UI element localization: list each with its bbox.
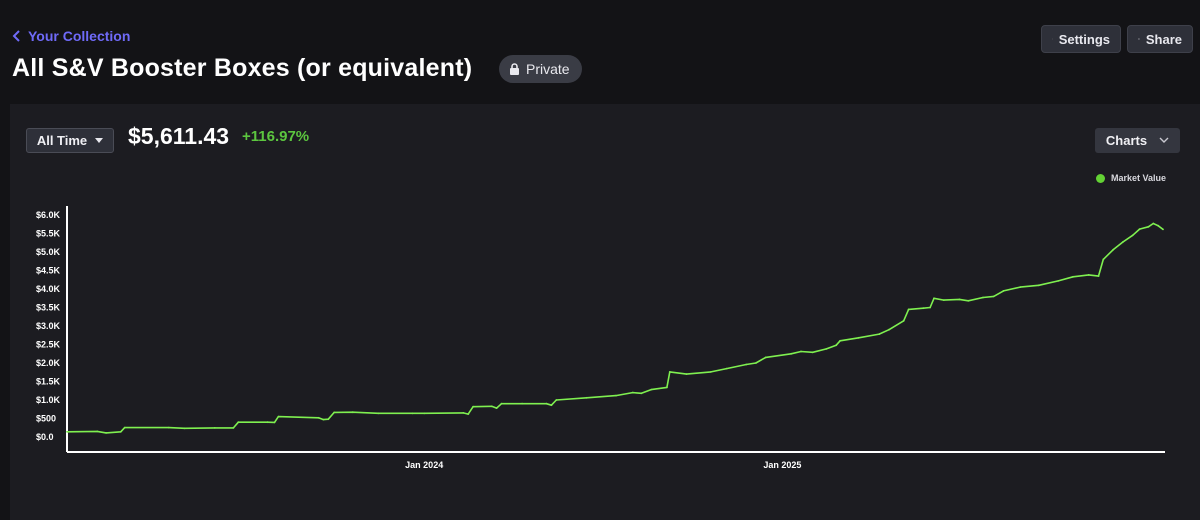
data-point: [411, 412, 414, 415]
data-point: [66, 430, 68, 433]
data-point: [922, 307, 925, 310]
data-point: [322, 418, 325, 421]
x-tick-label: Jan 2024: [405, 460, 443, 470]
data-point: [1131, 234, 1134, 237]
x-tick-label: Jan 2025: [763, 460, 801, 470]
data-point: [1102, 258, 1105, 261]
data-point: [545, 402, 548, 405]
data-point: [377, 412, 380, 415]
data-point: [631, 391, 634, 394]
data-point: [710, 371, 712, 373]
data-point: [1122, 241, 1124, 243]
y-tick-label: $6.0K: [36, 210, 61, 220]
data-point: [1138, 228, 1141, 231]
data-point: [685, 373, 688, 375]
data-point: [902, 319, 905, 322]
y-tick-label: $5.0K: [36, 247, 61, 257]
data-point: [1147, 225, 1150, 228]
data-point: [800, 350, 802, 353]
data-point: [495, 407, 498, 409]
y-tick-label: $4.5K: [36, 266, 61, 276]
data-point: [888, 328, 890, 331]
data-point: [1037, 284, 1040, 287]
data-point: [500, 402, 503, 405]
data-point: [96, 430, 99, 433]
data-point: [1112, 248, 1114, 251]
data-point: [1152, 222, 1155, 225]
data-point: [615, 394, 617, 397]
y-tick-label: $5.5K: [36, 229, 61, 239]
data-point: [490, 405, 493, 408]
data-point: [933, 297, 935, 300]
data-point: [183, 427, 186, 430]
data-point: [958, 298, 961, 301]
data-point: [317, 416, 320, 419]
data-point: [745, 363, 748, 366]
data-point: [472, 405, 474, 408]
data-point: [825, 348, 828, 350]
data-point: [857, 336, 860, 339]
data-point: [119, 430, 122, 433]
y-tick-label: $4.0K: [36, 284, 61, 294]
data-point: [123, 426, 126, 429]
data-point: [237, 421, 240, 424]
data-point: [1162, 228, 1164, 231]
data-point: [1087, 274, 1090, 276]
data-point: [333, 411, 336, 414]
series-line-market-value: [66, 222, 1164, 434]
y-tick-label: $1.5K: [36, 377, 61, 387]
y-tick-label: $2.0K: [36, 358, 61, 368]
data-point: [555, 399, 558, 401]
y-tick-label: $3.5K: [36, 303, 61, 313]
data-point: [755, 362, 757, 364]
market-value-chart: $0.0 $500 $1.0K $1.5K $2.0K $2.5K $3.0K $3.5K $4…: [36, 206, 1165, 470]
data-point: [277, 415, 280, 418]
y-tick-label: $500: [36, 414, 56, 424]
data-point: [232, 427, 235, 429]
data-point: [790, 352, 793, 355]
data-point: [668, 371, 671, 373]
data-point: [1002, 290, 1005, 292]
data-point: [213, 427, 216, 429]
y-tick-label: $0.0: [36, 432, 54, 442]
data-point: [982, 296, 984, 299]
data-point: [878, 333, 881, 335]
data-point: [550, 404, 553, 407]
data-point: [167, 426, 170, 429]
data-point: [650, 388, 653, 391]
data-point: [929, 306, 931, 309]
data-point: [640, 392, 643, 395]
data-point: [839, 339, 841, 342]
y-tick-label: $3.0K: [36, 321, 61, 331]
data-point: [992, 295, 995, 298]
data-point: [423, 412, 426, 415]
data-point: [907, 308, 910, 311]
data-point: [725, 367, 728, 370]
data-point: [585, 396, 588, 399]
data-point: [1097, 275, 1100, 277]
data-point: [1057, 280, 1060, 282]
data-point: [1072, 275, 1074, 278]
data-point: [1019, 286, 1022, 288]
y-tick-label: $1.0K: [36, 395, 61, 405]
data-point: [351, 411, 354, 414]
data-point: [462, 412, 465, 414]
data-point: [967, 299, 970, 302]
data-point: [105, 432, 107, 434]
data-point: [467, 413, 470, 415]
data-point: [942, 299, 945, 301]
data-point: [273, 421, 276, 424]
data-point: [835, 344, 838, 347]
y-tick-label: $2.5K: [36, 340, 61, 350]
data-point: [811, 351, 814, 354]
data-point: [327, 418, 330, 421]
data-point: [666, 386, 668, 389]
data-point: [1157, 224, 1159, 227]
data-point: [764, 356, 767, 359]
data-point: [266, 421, 269, 424]
data-point: [521, 402, 523, 405]
